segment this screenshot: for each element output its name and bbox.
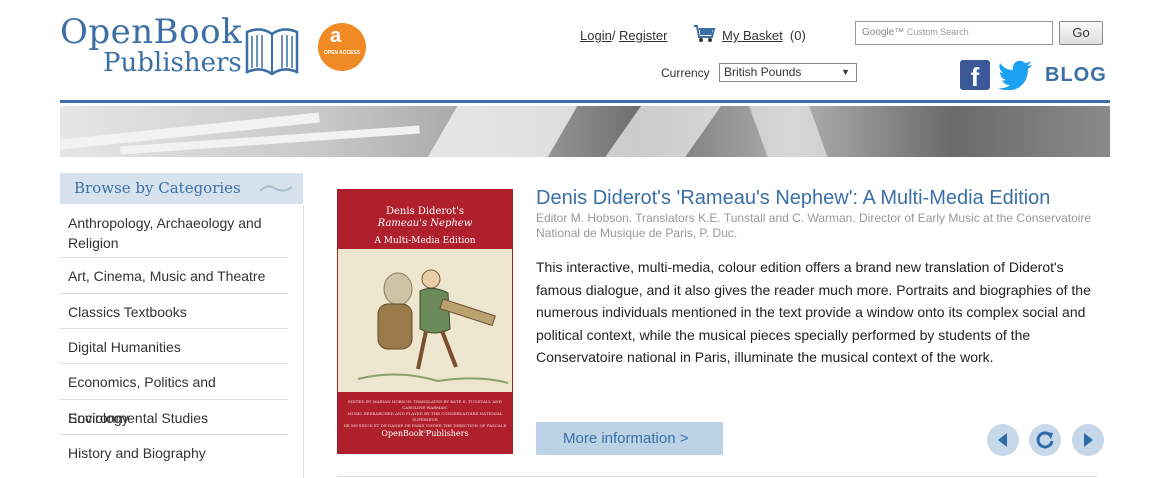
next-icon	[1084, 433, 1093, 447]
account-links: Login/ Register	[580, 28, 668, 43]
basket-count: (0)	[789, 28, 806, 43]
search-go-button[interactable]: Go	[1059, 21, 1103, 45]
book-credits: Editor M. Hobson. Translators K.E. Tunst…	[536, 211, 1092, 240]
cover-title-1: Denis Diderot's	[385, 206, 465, 217]
category-item[interactable]: Environmental Studies	[60, 400, 288, 435]
twitter-icon[interactable]	[998, 60, 1034, 90]
refresh-button[interactable]	[1029, 424, 1061, 456]
category-item[interactable]: Art, Cinema, Music and Theatre	[60, 258, 288, 294]
basket-link[interactable]: My Basket (0)	[722, 28, 806, 43]
chevron-down-icon: ▼	[841, 67, 850, 77]
prev-button[interactable]	[987, 424, 1019, 456]
open-access-icon: a	[330, 25, 342, 47]
currency-select[interactable]: British Pounds ▼	[719, 63, 857, 82]
currency-value: British Pounds	[724, 65, 802, 79]
more-information-button[interactable]: More information >	[536, 422, 723, 455]
book-title[interactable]: Denis Diderot's 'Rameau's Nephew': A Mul…	[536, 187, 1050, 210]
basket-label[interactable]: My Basket	[722, 28, 783, 43]
open-book-icon	[245, 28, 299, 76]
register-link[interactable]: Register	[619, 28, 667, 43]
currency-label: Currency	[661, 66, 710, 80]
cover-subtitle: A Multi-Media Edition	[374, 236, 476, 246]
swirl-icon	[260, 185, 292, 192]
cover-publisher: OpenBook Publishers	[381, 429, 469, 438]
sidebar-divider	[303, 205, 304, 478]
book-cover[interactable]: Denis Diderot's Rameau's Nephew A Multi-…	[337, 189, 513, 454]
open-access-badge: a OPEN ACCESS	[318, 23, 366, 71]
more-information-label: More information >	[563, 430, 689, 447]
header-banner	[60, 106, 1110, 157]
basket-icon[interactable]	[692, 22, 716, 44]
cover-title-2: Rameau's Nephew	[377, 218, 473, 229]
category-item[interactable]: Anthropology, Archaeology and Religion	[60, 205, 288, 258]
facebook-icon[interactable]: f	[960, 60, 990, 92]
categories-heading: Browse by Categories	[60, 173, 303, 204]
categories-heading-text: Browse by Categories	[74, 179, 241, 197]
refresh-icon	[1036, 431, 1054, 449]
content-divider	[337, 476, 1097, 477]
category-item[interactable]: Economics, Politics and Sociology	[60, 364, 288, 426]
login-link[interactable]: Login	[580, 28, 612, 43]
logo-line-2: Publishers	[103, 48, 242, 78]
search-placeholder: Google™ Custom Search	[862, 27, 969, 38]
publisher-logo[interactable]: OpenBook Publishers	[60, 14, 310, 84]
book-description: This interactive, multi-media, colour ed…	[536, 259, 1091, 365]
search-input[interactable]: Google™ Custom Search	[855, 21, 1053, 45]
category-list: Anthropology, Archaeology and Religion A…	[60, 205, 303, 470]
open-access-label: OPEN ACCESS	[323, 50, 361, 56]
prev-icon	[998, 433, 1007, 447]
category-item[interactable]: Classics Textbooks	[60, 294, 288, 329]
logo-line-1: OpenBook	[60, 12, 243, 52]
category-item[interactable]: History and Biography	[60, 435, 288, 470]
next-button[interactable]	[1072, 424, 1104, 456]
category-item[interactable]: Digital Humanities	[60, 329, 288, 364]
cover-illustration	[338, 249, 512, 392]
blog-link[interactable]: BLOG	[1045, 64, 1107, 87]
header-rule	[60, 100, 1110, 103]
